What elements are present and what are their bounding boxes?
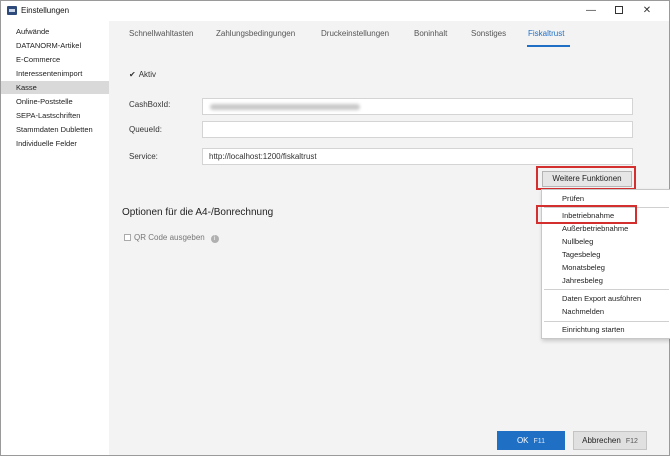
sidebar-item-interessentenimport[interactable]: Interessentenimport bbox=[1, 67, 109, 80]
tab-boninhalt[interactable]: Boninhalt bbox=[414, 29, 447, 45]
maximize-button[interactable] bbox=[605, 1, 633, 21]
menu-item-monatsbeleg[interactable]: Monatsbeleg bbox=[542, 261, 670, 274]
sidebar-item-datanorm[interactable]: DATANORM-Artikel bbox=[1, 39, 109, 52]
menu-item-jahresbeleg[interactable]: Jahresbeleg bbox=[542, 274, 670, 287]
menu-item-einrichtung-starten[interactable]: Einrichtung starten bbox=[542, 323, 670, 336]
maximize-icon bbox=[615, 6, 623, 15]
sidebar-item-individuelle-felder[interactable]: Individuelle Felder bbox=[1, 137, 109, 150]
active-tab-indicator bbox=[527, 45, 570, 47]
settings-sidebar: Aufwände DATANORM-Artikel E-Commerce Int… bbox=[1, 21, 109, 455]
ok-label: OK bbox=[516, 436, 529, 445]
ok-hotkey: F11 bbox=[533, 438, 546, 445]
menu-item-nullbeleg[interactable]: Nullbeleg bbox=[542, 235, 670, 248]
sidebar-item-online-poststelle[interactable]: Online-Poststelle bbox=[1, 95, 109, 108]
highlight-box-inbetriebnahme bbox=[536, 205, 637, 224]
cashboxid-label: CashBoxId: bbox=[129, 100, 171, 109]
cashboxid-field[interactable] bbox=[202, 98, 633, 115]
tab-druckeinstellungen[interactable]: Druckeinstellungen bbox=[321, 29, 389, 45]
cancel-hotkey: F12 bbox=[625, 438, 638, 445]
sidebar-item-kasse[interactable]: Kasse bbox=[1, 81, 109, 94]
cancel-label: Abbrechen bbox=[582, 436, 621, 445]
service-label: Service: bbox=[129, 152, 158, 161]
settings-window: Einstellungen — ✕ Aufwände DATANORM-Arti… bbox=[0, 0, 670, 456]
minimize-button[interactable]: — bbox=[577, 1, 605, 21]
cancel-button[interactable]: Abbrechen F12 bbox=[573, 431, 647, 450]
title-bar: Einstellungen — ✕ bbox=[1, 1, 669, 21]
checkmark-icon: ✔ bbox=[129, 70, 136, 79]
menu-item-tagesbeleg[interactable]: Tagesbeleg bbox=[542, 248, 670, 261]
menu-item-pruefen[interactable]: Prüfen bbox=[542, 192, 670, 205]
sidebar-item-e-commerce[interactable]: E-Commerce bbox=[1, 53, 109, 66]
redacted-value bbox=[210, 104, 360, 110]
qr-code-label: QR Code ausgeben bbox=[134, 233, 205, 242]
aktiv-checkbox[interactable]: ✔ Aktiv bbox=[129, 70, 156, 79]
sidebar-item-aufwaende[interactable]: Aufwände bbox=[1, 25, 109, 38]
menu-separator bbox=[544, 321, 669, 322]
menu-item-nachmelden[interactable]: Nachmelden bbox=[542, 305, 670, 318]
sidebar-item-sepa[interactable]: SEPA-Lastschriften bbox=[1, 109, 109, 122]
qr-code-checkbox[interactable]: QR Code ausgeben i bbox=[124, 233, 219, 243]
sidebar-item-dubletten[interactable]: Stammdaten Dubletten bbox=[1, 123, 109, 136]
menu-separator bbox=[544, 289, 669, 290]
close-button[interactable]: ✕ bbox=[633, 1, 661, 21]
menu-item-daten-export[interactable]: Daten Export ausführen bbox=[542, 292, 670, 305]
ok-button[interactable]: OK F11 bbox=[497, 431, 565, 450]
info-icon[interactable]: i bbox=[210, 235, 219, 243]
tab-zahlungsbedingungen[interactable]: Zahlungsbedingungen bbox=[216, 29, 295, 45]
window-title: Einstellungen bbox=[21, 6, 70, 15]
tab-fiskaltrust[interactable]: Fiskaltrust bbox=[528, 29, 564, 45]
highlight-box-weitere-funktionen bbox=[536, 166, 636, 190]
queueid-field[interactable] bbox=[202, 121, 633, 138]
queueid-label: QueueId: bbox=[129, 125, 162, 134]
app-logo-icon bbox=[7, 6, 17, 15]
section-title: Optionen für die A4-/Bonrechnung bbox=[122, 207, 274, 218]
aktiv-label: Aktiv bbox=[138, 70, 157, 79]
service-field[interactable]: http://localhost:1200/fiskaltrust bbox=[202, 148, 633, 165]
tab-schnellwahltasten[interactable]: Schnellwahltasten bbox=[129, 29, 193, 45]
checkbox-box bbox=[124, 234, 131, 241]
tab-sonstiges[interactable]: Sonstiges bbox=[471, 29, 506, 45]
